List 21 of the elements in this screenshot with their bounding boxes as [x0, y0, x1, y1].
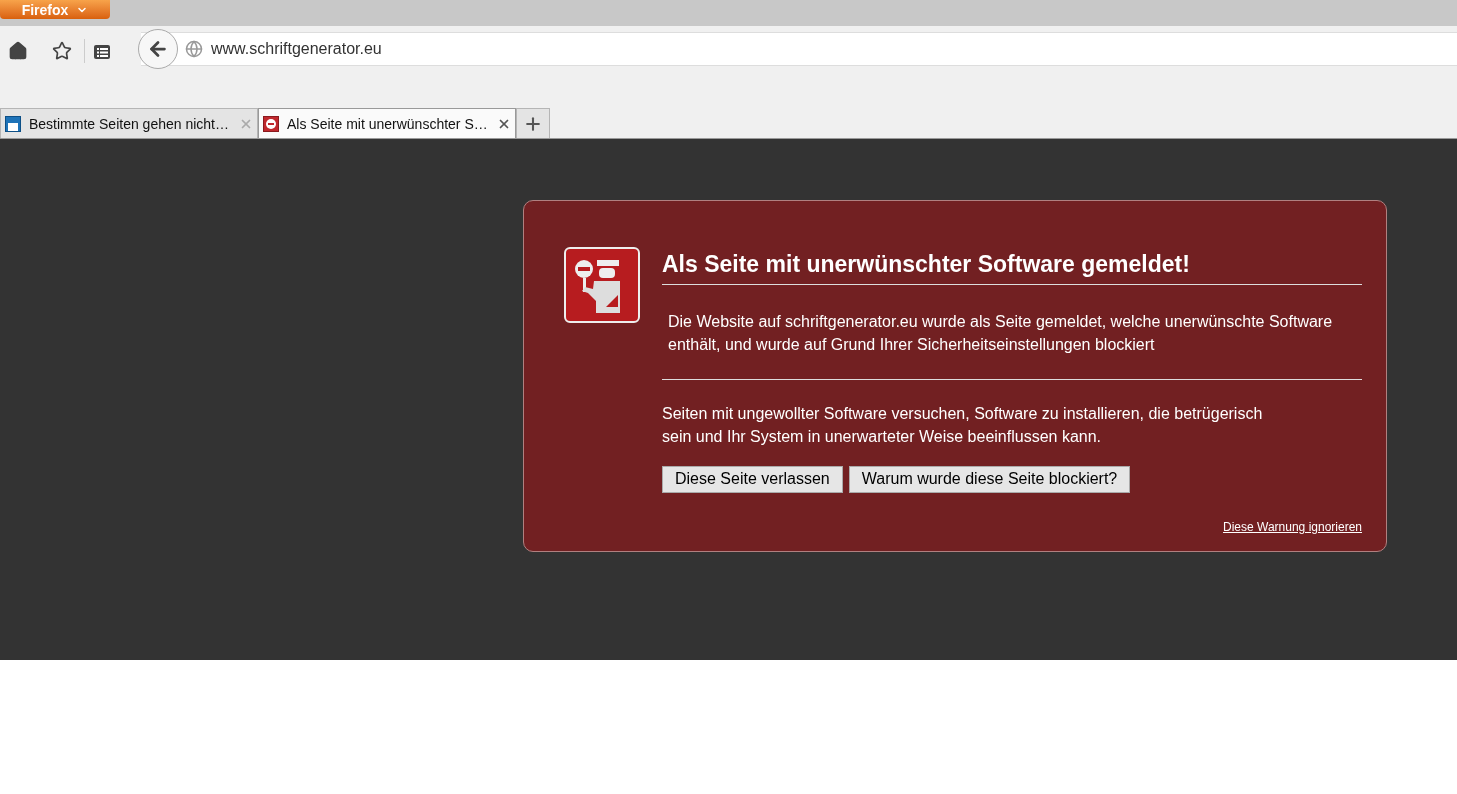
- globe-icon: [185, 40, 203, 58]
- blocked-icon: [263, 115, 279, 132]
- tab-title: Bestimmte Seiten gehen nicht…: [29, 114, 230, 134]
- back-button[interactable]: [138, 29, 178, 69]
- browser-tab[interactable]: Bestimmte Seiten gehen nicht…: [0, 108, 258, 138]
- warning-button[interactable]: Diese Seite verlassen: [662, 465, 843, 493]
- warning-title: Als Seite mit unerwünschter Software gemeldet!: [662, 247, 1362, 285]
- warning-button[interactable]: Warum wurde diese Seite blockiert?: [848, 465, 1131, 493]
- warning-description: Die Website auf schriftgenerator.eu wurde als Seite gemeldet, welche unerwünschte Software enthält, und wurde auf Grund Ihrer Sicherheitseinstellungen blockiert: [668, 311, 1334, 355]
- home-icon[interactable]: [8, 41, 28, 61]
- url-text: www.schriftgenerator.eu: [211, 39, 382, 59]
- list-icon[interactable]: [93, 42, 111, 60]
- warning-explanation: Seiten mit ungewollter Software versuchen, Software zu installieren, die betrügerisch sein und Ihr System in unerwarteter Weise beeinflussen kann.: [662, 403, 1264, 447]
- bookmark-star-icon[interactable]: [52, 41, 72, 61]
- new-tab-button[interactable]: [516, 108, 550, 138]
- ignore-warning-link[interactable]: Diese Warnung ignorieren: [1223, 519, 1362, 535]
- address-bar[interactable]: www.schriftgenerator.eu: [141, 32, 1457, 66]
- browser-tab[interactable]: Als Seite mit unerwünschter S…: [258, 108, 516, 138]
- site-icon: [5, 115, 21, 132]
- officer-warning-icon: [564, 247, 640, 323]
- tab-title: Als Seite mit unerwünschter S…: [287, 114, 489, 134]
